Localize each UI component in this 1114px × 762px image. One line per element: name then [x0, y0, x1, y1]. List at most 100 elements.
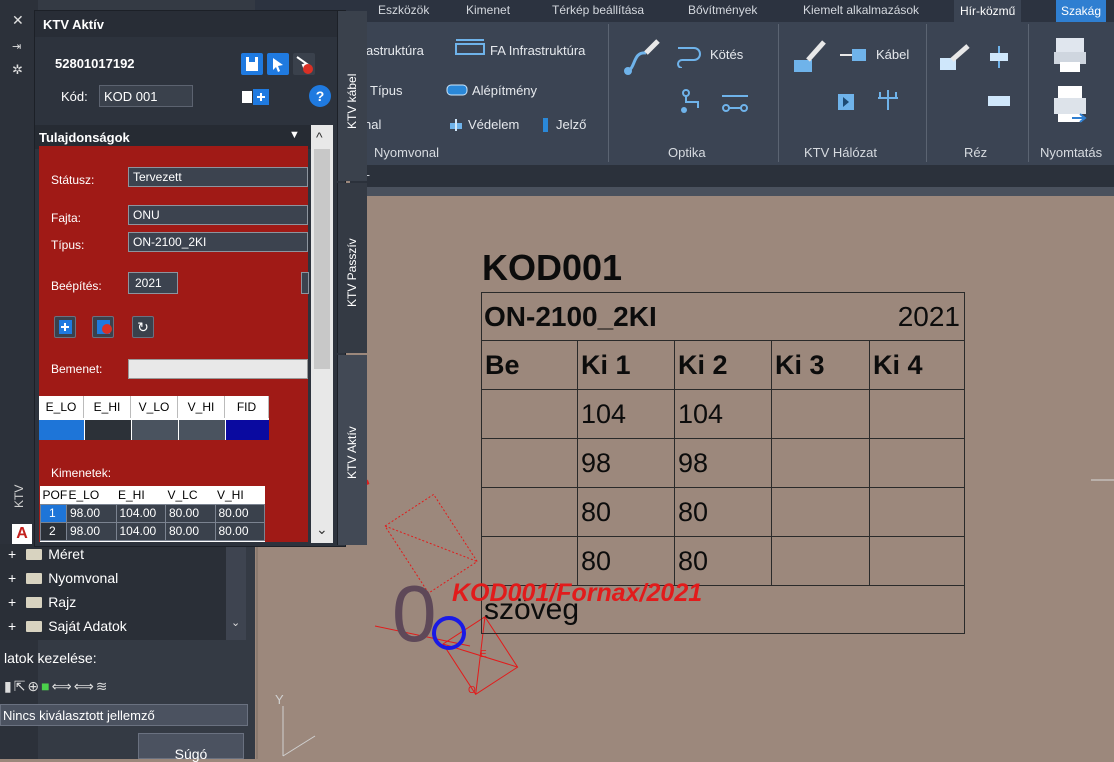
kimenetek-column-header[interactable]: V_LC: [166, 486, 216, 504]
rez-main-icon[interactable]: [938, 44, 972, 74]
tree-item-sajat-adatok[interactable]: + Saját Adatok: [8, 618, 127, 634]
label-table-header: Ki 4: [870, 341, 964, 390]
value-cell[interactable]: 104.00: [115, 503, 166, 523]
delete-object-icon[interactable]: [293, 53, 315, 75]
label-table-cell: [870, 439, 964, 488]
pin-icon[interactable]: ⇥: [12, 40, 21, 53]
folder-icon: [26, 597, 43, 608]
collapse-icon[interactable]: ▼: [289, 129, 300, 141]
chevron-up-icon[interactable]: ^: [316, 129, 323, 145]
tree-item-rajz[interactable]: + Rajz: [8, 594, 76, 610]
bemenet-cell[interactable]: [179, 420, 225, 440]
bemenet-column-header[interactable]: E_LO: [39, 396, 84, 418]
print-preview-icon[interactable]: [1052, 36, 1088, 74]
tipus-select[interactable]: ON-2100_2KI: [128, 232, 308, 252]
help-button[interactable]: Súgó: [138, 733, 244, 761]
ribbon-panel: astruktúra FA Infrastruktúra Típus Alépí…: [250, 22, 1114, 165]
data-tools-toolbar[interactable]: ▮⇱⊕■⟺⟺≋: [4, 678, 110, 695]
kimenetek-table[interactable]: POF E_LO E_HI V_LC V_HI 1 98.00 104.00 80.00 80.0…: [40, 486, 265, 542]
properties-scrollbar[interactable]: ^ ⌄: [311, 125, 333, 543]
rez-cable-icon[interactable]: [986, 94, 1012, 108]
ktv-main-icon[interactable]: [790, 36, 830, 76]
fajta-select[interactable]: ONU: [128, 205, 308, 225]
kimenetek-column-header[interactable]: V_HI: [215, 486, 265, 504]
tab-kiemelt-alkalmazasok[interactable]: Kiemelt alkalmazások: [803, 3, 919, 17]
chevron-down-icon[interactable]: ⌄: [231, 616, 240, 629]
value-cell[interactable]: 80.00: [214, 503, 265, 523]
bemenet-cell[interactable]: [132, 420, 178, 440]
statusz-select[interactable]: Tervezett: [128, 167, 308, 187]
bemenet-cell[interactable]: [85, 420, 131, 440]
alepitmeny-button[interactable]: Alépítmény: [472, 83, 537, 98]
drawing-canvas[interactable]: KOD001 ON-2100_2KI 2021 Be Ki 1 Ki 2 Ki 3 Ki…: [255, 196, 1114, 759]
close-icon[interactable]: ✕: [12, 12, 24, 29]
kimenetek-column-header[interactable]: E_LO: [67, 486, 117, 504]
remove-input-icon[interactable]: [92, 316, 114, 338]
select-icon[interactable]: [267, 53, 289, 75]
bemenet-column-header[interactable]: E_HI: [84, 396, 131, 418]
kimenetek-column-header[interactable]: E_HI: [116, 486, 166, 504]
value-cell[interactable]: 80.00: [165, 503, 216, 523]
ktv-amp-icon[interactable]: [836, 92, 856, 112]
tree-item-nyomvonal[interactable]: + Nyomvonal: [8, 570, 118, 586]
ucs-y-label: Y: [275, 692, 284, 707]
value-cell[interactable]: 80.00: [165, 521, 216, 541]
value-cell[interactable]: 80.00: [214, 521, 265, 541]
kod-input[interactable]: KOD 001: [99, 85, 193, 107]
bemenet-cell[interactable]: [226, 420, 269, 440]
refresh-icon[interactable]: ↻: [132, 316, 154, 338]
tab-szakag[interactable]: Szakág: [1056, 0, 1107, 22]
ktv-splitter-icon[interactable]: [876, 88, 900, 112]
add-object-icon[interactable]: [241, 86, 273, 108]
infrastruktura-button[interactable]: astruktúra: [366, 43, 424, 58]
tab-terkep-beallitasa[interactable]: Térkép beállítása: [552, 3, 644, 17]
optika-main-icon[interactable]: [622, 37, 664, 77]
fa-infrastruktura-button[interactable]: FA Infrastruktúra: [490, 43, 585, 58]
kabel-button[interactable]: Kábel: [876, 47, 909, 62]
optika-route-icon[interactable]: [678, 88, 704, 114]
scrollbar-thumb[interactable]: [314, 149, 330, 369]
kimenetek-column-header[interactable]: POF: [41, 486, 67, 504]
group-optika: Optika: [668, 145, 706, 160]
bemenet-cell[interactable]: [39, 420, 84, 440]
tree-scrollbar[interactable]: ⌄: [226, 544, 246, 640]
print-icon[interactable]: [1052, 84, 1088, 126]
tree-item-meret[interactable]: + Méret: [8, 546, 84, 562]
value-cell[interactable]: 98.00: [66, 503, 117, 523]
bemenet-table[interactable]: E_LO E_HI V_LO V_HI FID: [39, 396, 269, 440]
label-table-cell: 80: [675, 488, 772, 537]
settings-icon[interactable]: ✲: [12, 62, 23, 78]
row-index-cell[interactable]: 2: [40, 521, 67, 541]
chevron-down-icon[interactable]: ⌄: [316, 521, 328, 538]
help-icon[interactable]: ?: [309, 85, 331, 107]
properties-pane: Státusz: Tervezett Fajta: ONU Típus: ON-…: [39, 146, 309, 542]
bemenet-column-header[interactable]: FID: [225, 396, 269, 418]
vedelem-button[interactable]: Védelem: [468, 117, 519, 132]
tipus-button[interactable]: Típus: [370, 83, 403, 98]
tab-hir-kozmu[interactable]: Hír-közmű: [954, 0, 1022, 22]
kotes-button[interactable]: Kötés: [710, 47, 743, 62]
side-tab-ktv-passziv[interactable]: KTV Passzív: [337, 183, 367, 353]
save-icon[interactable]: [241, 53, 263, 75]
bemenet-column-header[interactable]: V_LO: [131, 396, 178, 418]
table-row[interactable]: 2 98.00 104.00 80.00 80.00: [40, 521, 265, 541]
jelzo-button[interactable]: Jelző: [556, 117, 586, 132]
install-year: 2021: [897, 301, 960, 332]
tab-bovitmenyek[interactable]: Bővítmények: [688, 3, 757, 17]
side-tab-ktv-kabel[interactable]: KTV kábel: [337, 11, 367, 181]
tab-eszkozok[interactable]: Eszközök: [378, 3, 429, 17]
tab-kimenet[interactable]: Kimenet: [466, 3, 510, 17]
bemenet-label: Bemenet:: [51, 362, 103, 376]
bemenet-column-header[interactable]: V_HI: [178, 396, 225, 418]
beepites-input[interactable]: 2021: [128, 272, 178, 294]
rez-cross-icon[interactable]: [986, 44, 1012, 70]
value-cell[interactable]: 104.00: [115, 521, 166, 541]
table-row[interactable]: 1 98.00 104.00 80.00 80.00: [40, 503, 265, 523]
side-tab-ktv-aktiv[interactable]: KTV Aktív: [337, 355, 367, 545]
row-index-cell[interactable]: 1: [40, 503, 67, 523]
beepites-spinner[interactable]: [301, 272, 309, 294]
add-input-icon[interactable]: [54, 316, 76, 338]
optika-splice-icon[interactable]: [720, 92, 750, 114]
bemenet-select[interactable]: [128, 359, 308, 379]
value-cell[interactable]: 98.00: [66, 521, 117, 541]
